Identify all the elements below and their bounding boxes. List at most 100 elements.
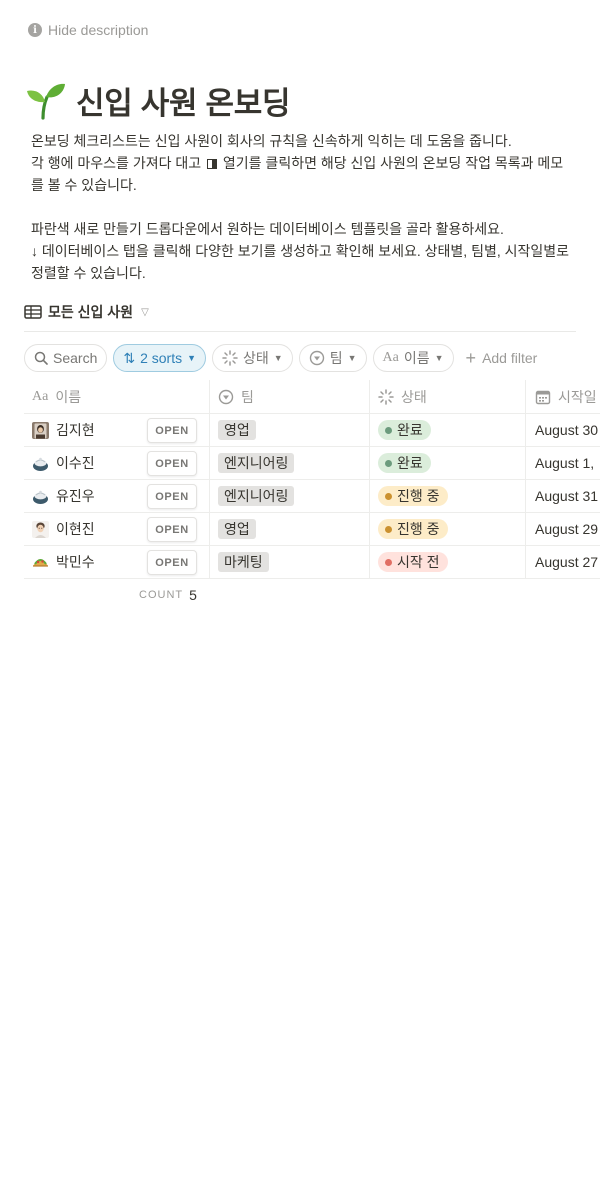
status-label: 완료: [397, 455, 423, 471]
sorts-button[interactable]: ⇅ 2 sorts ▼: [113, 344, 207, 372]
search-icon: [34, 351, 48, 365]
hide-description-button[interactable]: i Hide description: [28, 20, 148, 40]
team-cell[interactable]: 엔지니어링: [210, 480, 370, 512]
open-button[interactable]: OPEN: [147, 418, 197, 443]
start-date: August 30: [535, 422, 599, 438]
status-pill: 완료: [378, 420, 431, 440]
team-cell[interactable]: 영업: [210, 414, 370, 446]
row-name: 박민수: [56, 554, 95, 570]
status-cell[interactable]: 완료: [370, 447, 526, 479]
status-pill: 진행 중: [378, 519, 448, 539]
status-label: 진행 중: [397, 488, 440, 504]
search-label: Search: [53, 350, 98, 366]
name-cell[interactable]: 이현진 OPEN: [24, 513, 210, 545]
info-icon: i: [28, 23, 42, 37]
team-tag: 마케팅: [218, 552, 269, 572]
start-cell[interactable]: August 29: [526, 513, 600, 545]
sorts-label: 2 sorts: [140, 350, 183, 366]
start-cell[interactable]: August 31: [526, 480, 600, 512]
page-title: 신입 사원 온보딩: [76, 85, 291, 121]
page-header: 신입 사원 온보딩: [24, 76, 290, 124]
start-date: August 31: [535, 488, 599, 504]
column-header-team[interactable]: 팀: [210, 380, 370, 413]
status-dot: [385, 459, 392, 467]
team-tag: 엔지니어링: [218, 453, 295, 473]
team-tag: 영업: [218, 519, 256, 539]
view-tab-label: 모든 신입 사원: [48, 304, 134, 320]
column-header-team-label: 팀: [241, 388, 254, 405]
column-header-start[interactable]: 시작일: [526, 380, 600, 413]
start-date: August 29: [535, 521, 599, 537]
chevron-down-icon: ▼: [273, 353, 283, 363]
row-name: 이현진: [56, 521, 95, 537]
view-tab-all-hires[interactable]: 모든 신입 사원 ▽: [24, 300, 149, 324]
name-cell[interactable]: 김지현 OPEN: [24, 414, 210, 446]
filter-status-label: 상태: [243, 350, 269, 366]
status-pill: 완료: [378, 453, 431, 473]
team-cell[interactable]: 엔지니어링: [210, 447, 370, 479]
chevron-down-icon: ▼: [347, 353, 357, 363]
search-button[interactable]: Search: [24, 344, 108, 372]
column-header-status[interactable]: 상태: [370, 380, 526, 413]
sort-arrows-icon: ⇅: [123, 349, 136, 366]
table-count[interactable]: COUNT 5: [139, 586, 197, 604]
name-cell[interactable]: 이수진 OPEN: [24, 447, 210, 479]
status-label: 완료: [397, 422, 423, 438]
text-type-icon: Aa: [32, 388, 49, 404]
view-divider: [24, 331, 576, 332]
table-row[interactable]: 김지현 OPEN 영업 완료 August 30: [24, 414, 600, 447]
filter-status-button[interactable]: 상태 ▼: [212, 344, 293, 372]
person-face-icon: [32, 520, 49, 538]
filter-name-button[interactable]: Aa 이름 ▼: [372, 344, 454, 372]
chevron-down-icon: ▼: [187, 353, 197, 363]
taco-icon: [33, 558, 48, 567]
name-cell[interactable]: 박민수 OPEN: [24, 546, 210, 578]
column-header-name-label: 이름: [55, 388, 82, 405]
status-label: 시작 전: [397, 554, 440, 570]
filter-team-button[interactable]: 팀 ▼: [298, 344, 367, 372]
status-icon: [222, 350, 238, 366]
open-button[interactable]: OPEN: [147, 517, 197, 542]
table-row[interactable]: 이수진 OPEN 엔지니어링 완료 August 1,: [24, 447, 600, 480]
status-icon: [378, 388, 394, 405]
start-cell[interactable]: August 1,: [526, 447, 600, 479]
status-dot: [385, 492, 392, 500]
sidebar-toggle-icon: [207, 159, 218, 169]
description-line-3: 파란색 새로 만들기 드롭다운에서 원하는 데이터베이스 템플릿을 골라 활용하…: [31, 221, 504, 237]
description-line-1: 온보딩 체크리스트는 신입 사원이 회사의 규칙을 신속하게 익히는 데 도움을…: [31, 133, 512, 149]
table-row[interactable]: 박민수 OPEN 마케팅 시작 전 August 27: [24, 546, 600, 579]
table-row[interactable]: 유진우 OPEN 엔지니어링 진행 중 August 31: [24, 480, 600, 513]
column-header-start-label: 시작일: [558, 388, 597, 405]
table-row[interactable]: 이현진 OPEN 영업 진행 중 August 29: [24, 513, 600, 546]
start-cell[interactable]: August 30: [526, 414, 600, 446]
status-cell[interactable]: 진행 중: [370, 480, 526, 512]
status-cell[interactable]: 시작 전: [370, 546, 526, 578]
filter-bar: Search ⇅ 2 sorts ▼ 상태 ▼ 팀 ▼ Aa 이름 ▼ + Ad…: [24, 344, 543, 372]
filter-name-label: 이름: [403, 350, 430, 366]
status-cell[interactable]: 완료: [370, 414, 526, 446]
start-cell[interactable]: August 27: [526, 546, 600, 578]
status-cell[interactable]: 진행 중: [370, 513, 526, 545]
team-cell[interactable]: 영업: [210, 513, 370, 545]
status-dot: [385, 525, 392, 533]
description-line-2-start: 각 행에 마우스를 가져다 대고: [31, 155, 202, 171]
seedling-icon: [27, 83, 65, 120]
name-cell[interactable]: 유진우 OPEN: [24, 480, 210, 512]
row-name: 이수진: [56, 455, 95, 471]
open-button[interactable]: OPEN: [147, 550, 197, 575]
start-date: August 1,: [535, 455, 595, 471]
column-header-name[interactable]: Aa 이름: [24, 380, 210, 413]
add-filter-label: Add filter: [482, 350, 538, 366]
onboarding-table: Aa 이름 팀 상태 시작일 김지현 OPEN 영업 완료 August 30 …: [24, 380, 600, 579]
status-label: 진행 중: [397, 521, 440, 537]
column-header-status-label: 상태: [401, 388, 427, 405]
team-tag: 엔지니어링: [218, 486, 295, 506]
count-value: 5: [189, 587, 197, 603]
open-button[interactable]: OPEN: [147, 484, 197, 509]
dumpling-icon: [33, 457, 48, 471]
row-name: 유진우: [56, 488, 95, 504]
select-icon: [309, 350, 324, 366]
team-cell[interactable]: 마케팅: [210, 546, 370, 578]
add-filter-button[interactable]: + Add filter: [460, 344, 544, 372]
open-button[interactable]: OPEN: [147, 451, 197, 476]
